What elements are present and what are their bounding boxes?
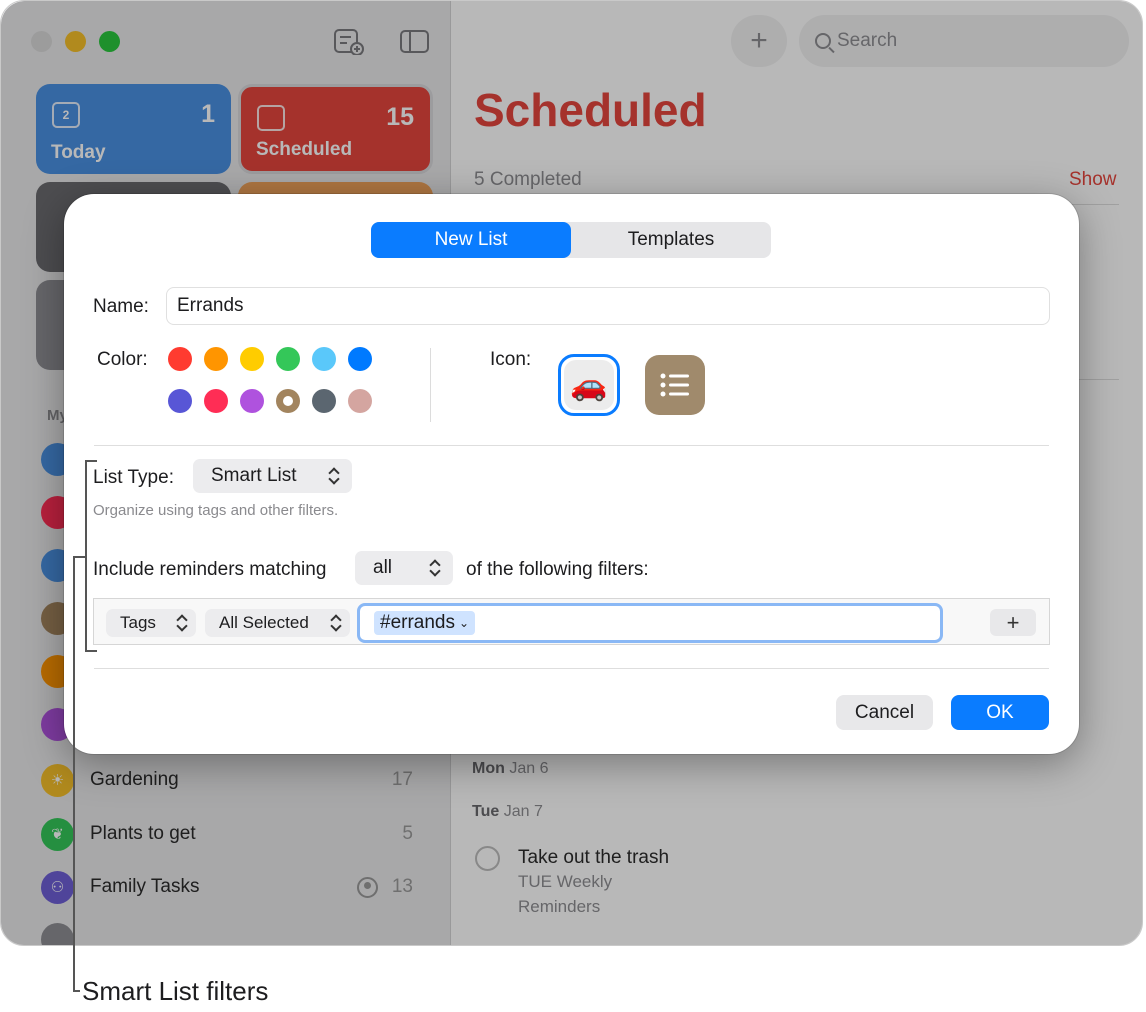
color-swatch[interactable]	[168, 347, 192, 371]
tab-templates[interactable]: Templates	[571, 222, 771, 258]
filter-mode-popup[interactable]: All Selected	[205, 609, 350, 637]
color-swatch[interactable]	[168, 389, 192, 413]
new-list-dialog: New List Templates Name: Errands Color: …	[64, 194, 1079, 754]
chevron-updown-icon	[331, 615, 340, 631]
add-filter-button[interactable]: +	[990, 609, 1036, 636]
match-suffix: of the following filters:	[466, 559, 649, 580]
name-label: Name:	[93, 296, 149, 317]
callout-bracket	[85, 460, 87, 652]
list-type-popup[interactable]: Smart List	[193, 459, 352, 493]
color-label: Color:	[97, 349, 148, 370]
list-name-field[interactable]: Errands	[166, 287, 1050, 325]
callout-label: Smart List filters	[82, 976, 269, 1006]
list-icon	[660, 373, 689, 397]
ok-button[interactable]: OK	[951, 695, 1049, 730]
callout-leader	[73, 990, 80, 992]
color-swatch[interactable]	[204, 389, 228, 413]
color-swatch[interactable]	[276, 347, 300, 371]
list-type-label: List Type:	[93, 467, 174, 488]
color-swatch[interactable]	[204, 347, 228, 371]
callout-bracket	[85, 460, 97, 462]
match-popup[interactable]: all	[355, 551, 453, 585]
cancel-button[interactable]: Cancel	[836, 695, 933, 730]
segmented-control: New List Templates	[371, 222, 771, 258]
callout-bracket	[85, 650, 97, 652]
color-swatch[interactable]	[348, 347, 372, 371]
divider	[94, 668, 1049, 669]
chevron-down-icon: ⌄	[459, 616, 470, 630]
color-swatch[interactable]	[312, 389, 336, 413]
chevron-updown-icon	[177, 615, 186, 631]
chevron-updown-icon	[329, 468, 338, 484]
match-prefix: Include reminders matching	[93, 559, 327, 580]
filter-field-popup[interactable]: Tags	[106, 609, 196, 637]
list-type-value: Smart List	[211, 465, 297, 486]
color-swatch[interactable]	[240, 389, 264, 413]
match-value: all	[373, 557, 393, 578]
car-emoji-icon: 🚗	[564, 360, 614, 410]
filter-row: Tags All Selected #errands ⌄ +	[93, 598, 1050, 645]
icon-option-car[interactable]: 🚗	[558, 354, 620, 416]
icon-option-list[interactable]	[645, 355, 705, 415]
tag-token[interactable]: #errands ⌄	[374, 611, 476, 635]
color-swatch[interactable]	[276, 389, 300, 413]
divider	[94, 445, 1049, 446]
chevron-updown-icon	[430, 560, 439, 576]
tag-input[interactable]: #errands ⌄	[357, 603, 943, 643]
color-swatch[interactable]	[312, 347, 336, 371]
color-swatch[interactable]	[240, 347, 264, 371]
color-swatch[interactable]	[348, 389, 372, 413]
list-type-hint: Organize using tags and other filters.	[93, 502, 339, 519]
vertical-divider	[430, 348, 431, 422]
callout-leader	[73, 556, 75, 992]
icon-label: Icon:	[490, 349, 532, 370]
tab-new-list[interactable]: New List	[371, 222, 571, 258]
